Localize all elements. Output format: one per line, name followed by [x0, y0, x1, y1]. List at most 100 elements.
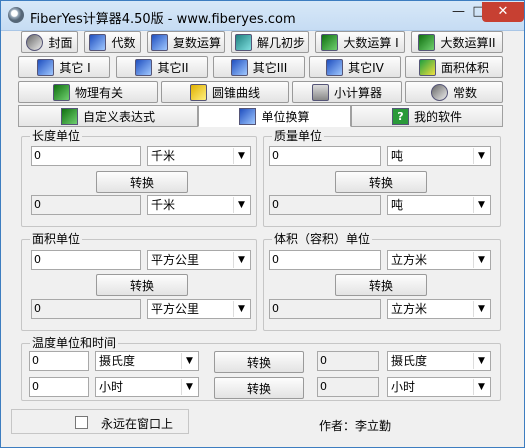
- other-4-label: 其它IV: [348, 60, 384, 75]
- length-group-title: 长度单位: [30, 129, 83, 143]
- close-button[interactable]: ✕: [482, 2, 524, 22]
- dropdown-arrow-icon: ▼: [473, 197, 489, 213]
- dropdown-arrow-icon: ▼: [181, 353, 197, 369]
- cover-button[interactable]: 封面: [21, 31, 78, 53]
- tab-custom-expression-label: 自定义表达式: [82, 109, 155, 124]
- help-icon: ?: [391, 107, 409, 125]
- time-input-unit: 小时: [99, 380, 124, 394]
- temperature-input-unit-select[interactable]: 摄氏度 ▼: [95, 351, 199, 371]
- volume-input-field[interactable]: 0: [269, 250, 381, 270]
- time-output-unit-select[interactable]: 小时 ▼: [387, 377, 491, 397]
- bignum-2-label: 大数运算II: [440, 35, 496, 50]
- author-label: 作者：李立勤: [319, 419, 392, 433]
- algebra-label: 代数: [111, 35, 136, 50]
- expression-icon: [60, 107, 78, 125]
- mass-convert-button[interactable]: 转换: [335, 171, 427, 193]
- area-input-unit: 平方公里: [151, 253, 200, 267]
- other-3-label: 其它III: [252, 60, 288, 75]
- time-output-field: 0: [317, 377, 379, 397]
- analytic-geometry-button[interactable]: 解几初步: [231, 31, 309, 53]
- bignum-1-button[interactable]: 大数运算 I: [315, 31, 405, 53]
- tab-custom-expression[interactable]: 自定义表达式: [18, 105, 198, 127]
- area-output-field: 0: [31, 299, 141, 319]
- dropdown-arrow-icon: ▼: [473, 148, 489, 164]
- area-group-title: 面积单位: [30, 232, 83, 246]
- constants-button[interactable]: 常数: [405, 81, 503, 103]
- bignum-icon: [321, 33, 339, 51]
- physics-button[interactable]: 物理有关: [18, 81, 158, 103]
- mass-group-title: 质量单位: [272, 129, 325, 143]
- tab-unit-conversion[interactable]: 单位换算: [198, 105, 351, 127]
- temperature-output-field: 0: [317, 351, 379, 371]
- temperature-convert-button[interactable]: 转换: [214, 351, 304, 373]
- tab-unit-conversion-label: 单位换算: [261, 109, 310, 124]
- mass-input-unit-select[interactable]: 吨 ▼: [387, 146, 491, 166]
- length-output-unit: 千米: [151, 198, 176, 212]
- title-bar: FiberYes计算器4.50版 - www.fiberyes.com — □ …: [1, 1, 524, 31]
- length-output-unit-select[interactable]: 千米 ▼: [147, 195, 251, 215]
- volume-output-unit: 立方米: [391, 302, 428, 316]
- conic-button[interactable]: 圆锥曲线: [161, 81, 289, 103]
- volume-group-title: 体积（容积）单位: [272, 232, 373, 246]
- other-4-button[interactable]: 其它IV: [309, 56, 401, 78]
- time-input-unit-select[interactable]: 小时 ▼: [95, 377, 199, 397]
- temperature-input-field[interactable]: 0: [29, 351, 89, 371]
- constants-label: 常数: [452, 85, 477, 100]
- chart-icon: [230, 58, 248, 76]
- other-2-button[interactable]: 其它II: [116, 56, 208, 78]
- chart-icon: [37, 58, 55, 76]
- complex-button[interactable]: 复数运算: [147, 31, 225, 53]
- other-1-button[interactable]: 其它 I: [18, 56, 110, 78]
- analytic-geometry-label: 解几初步: [256, 35, 305, 50]
- area-output-unit-select[interactable]: 平方公里 ▼: [147, 299, 251, 319]
- time-output-unit: 小时: [391, 380, 416, 394]
- algebra-button[interactable]: 代数: [84, 31, 141, 53]
- area-output-unit: 平方公里: [151, 302, 200, 316]
- other-2-label: 其它II: [157, 60, 189, 75]
- other-3-button[interactable]: 其它III: [213, 56, 305, 78]
- app-window: FiberYes计算器4.50版 - www.fiberyes.com — □ …: [0, 0, 525, 448]
- app-icon: [8, 7, 24, 23]
- area-input-field[interactable]: 0: [31, 250, 141, 270]
- chart-icon: [135, 58, 153, 76]
- physics-icon: [52, 83, 70, 101]
- always-on-top-checkbox[interactable]: [75, 416, 88, 429]
- volume-output-field: 0: [269, 299, 381, 319]
- temperature-output-unit: 摄氏度: [391, 354, 428, 368]
- disc-icon: [26, 33, 44, 51]
- length-input-unit: 千米: [151, 149, 176, 163]
- conversion-icon: [239, 107, 257, 125]
- area-input-unit-select[interactable]: 平方公里 ▼: [147, 250, 251, 270]
- bignum-1-label: 大数运算 I: [343, 35, 399, 50]
- dropdown-arrow-icon: ▼: [233, 197, 249, 213]
- dropdown-arrow-icon: ▼: [473, 301, 489, 317]
- tab-my-software-label: 我的软件: [413, 109, 462, 124]
- volume-input-unit: 立方米: [391, 253, 428, 267]
- temperature-time-group-title: 温度单位和时间: [30, 336, 119, 350]
- mass-input-unit: 吨: [391, 149, 404, 163]
- length-input-unit-select[interactable]: 千米 ▼: [147, 146, 251, 166]
- always-on-top-label: 永远在窗口上: [101, 417, 174, 431]
- length-input-field[interactable]: 0: [31, 146, 141, 166]
- dropdown-arrow-icon: ▼: [233, 252, 249, 268]
- length-convert-button[interactable]: 转换: [96, 171, 188, 193]
- mini-calculator-button[interactable]: 小计算器: [292, 81, 402, 103]
- tab-my-software[interactable]: ? 我的软件: [351, 105, 503, 127]
- time-input-field[interactable]: 0: [29, 377, 89, 397]
- mass-input-field[interactable]: 0: [269, 146, 381, 166]
- mass-output-unit-select[interactable]: 吨 ▼: [387, 195, 491, 215]
- bignum-2-button[interactable]: 大数运算II: [411, 31, 503, 53]
- dropdown-arrow-icon: ▼: [473, 379, 489, 395]
- time-convert-button[interactable]: 转换: [214, 377, 304, 399]
- area-volume-button[interactable]: 面积体积: [405, 56, 503, 78]
- cover-label: 封面: [48, 35, 73, 50]
- volume-convert-button[interactable]: 转换: [335, 274, 427, 296]
- volume-output-unit-select[interactable]: 立方米 ▼: [387, 299, 491, 319]
- disc-icon: [430, 83, 448, 101]
- mass-output-unit: 吨: [391, 198, 404, 212]
- info-icon: [150, 33, 168, 51]
- volume-input-unit-select[interactable]: 立方米 ▼: [387, 250, 491, 270]
- physics-label: 物理有关: [74, 85, 123, 100]
- area-convert-button[interactable]: 转换: [96, 274, 188, 296]
- temperature-output-unit-select[interactable]: 摄氏度 ▼: [387, 351, 491, 371]
